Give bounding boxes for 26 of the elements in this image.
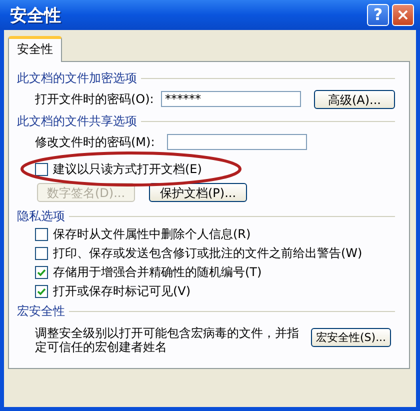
window-title: 安全性 [10, 4, 61, 26]
help-button[interactable]: ? [367, 4, 389, 26]
password-field[interactable]: ****** [161, 91, 301, 107]
section-heading: 此文档的文件加密选项 [17, 70, 137, 87]
checkbox[interactable] [35, 163, 48, 176]
field-label: 打开文件时的密码(O): [35, 90, 155, 108]
advanced-button[interactable]: 高级(A)... [314, 90, 395, 108]
checkbox-label: 打开或保存时标记可见(V) [53, 283, 191, 300]
checkbox[interactable] [35, 266, 48, 279]
tab[interactable]: 安全性 [8, 36, 62, 62]
section-heading: 此文档的文件共享选项 [17, 113, 137, 130]
close-button[interactable]: × [392, 4, 414, 26]
checkbox-label: 存储用于增强合并精确性的随机编号(T) [53, 264, 262, 281]
password-field[interactable] [167, 134, 307, 150]
checkbox-label: 保存时从文件属性中删除个人信息(R) [53, 226, 251, 243]
checkbox-label: 建议以只读方式打开文档(E) [53, 161, 202, 178]
checkbox[interactable] [35, 285, 48, 298]
section-heading: 宏安全性 [17, 303, 65, 320]
field-label: 修改文件时的密码(M): [35, 134, 156, 150]
macro-description: 调整安全级别以打开可能包含宏病毒的文件，并指定可信任的宏创建者姓名 [35, 326, 299, 354]
checkbox-label: 打印、保存或发送包含修订或批注的文件之前给出警告(W) [53, 245, 362, 262]
macro-security-button[interactable]: 宏安全性(S)... [311, 328, 392, 347]
checkbox[interactable] [35, 247, 48, 260]
checkbox[interactable] [35, 228, 48, 241]
section-heading: 隐私选项 [17, 208, 65, 225]
protect-button[interactable]: 保护文档(P)... [149, 183, 247, 202]
